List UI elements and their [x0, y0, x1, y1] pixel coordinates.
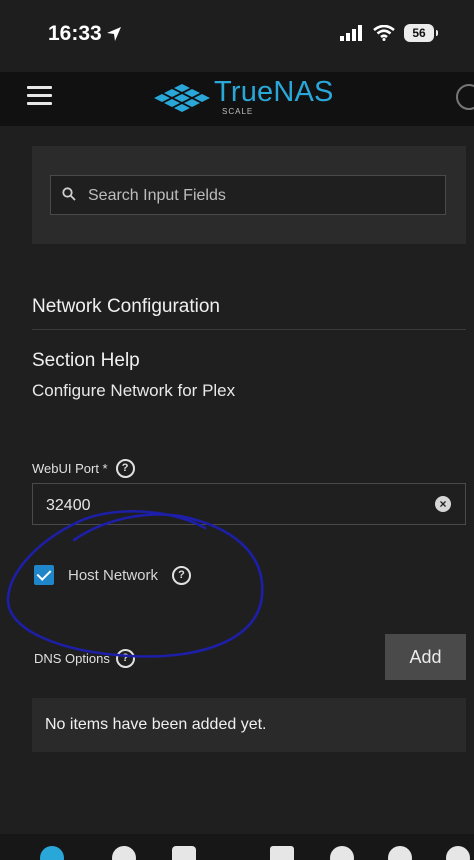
section-title: Network Configuration: [32, 296, 220, 317]
nav-apps-icon[interactable]: [172, 846, 196, 860]
brand-subtitle: SCALE: [222, 107, 254, 116]
search-input[interactable]: [86, 184, 430, 208]
empty-list-text: No items have been added yet.: [45, 716, 267, 733]
help-icon[interactable]: ?: [115, 459, 135, 478]
status-bar: 16:33 56: [0, 0, 474, 72]
annotation-circle: [6, 510, 264, 658]
wifi-icon: [373, 25, 395, 41]
section-help-text: Configure Network for Plex: [32, 381, 236, 400]
status-icons: 56: [340, 24, 438, 42]
dns-options-list: No items have been added yet.: [32, 698, 466, 752]
clear-icon[interactable]: ×: [435, 496, 451, 512]
nav-alerts-icon[interactable]: [330, 846, 354, 860]
bottom-nav: [0, 834, 474, 860]
nav-home-icon[interactable]: [40, 846, 64, 860]
section-help-title: Section Help: [32, 350, 140, 371]
form-content: Network Configuration Section Help Confi…: [0, 126, 474, 834]
header-search-icon[interactable]: [456, 84, 474, 110]
webui-port-label: WebUI Port *: [32, 461, 108, 476]
app-header: TrueNAS SCALE: [0, 72, 474, 126]
webui-port-field-label: WebUI Port * ?: [32, 459, 135, 478]
search-panel: [32, 146, 466, 244]
nav-chat-icon[interactable]: [112, 846, 136, 860]
search-icon: [62, 187, 76, 201]
add-dns-option-button[interactable]: Add: [385, 634, 466, 680]
nav-power-icon[interactable]: [446, 846, 470, 860]
signal-icon: [340, 25, 362, 41]
nav-account-icon[interactable]: [388, 846, 412, 860]
location-arrow-icon: [107, 27, 121, 41]
nav-tasks-icon[interactable]: [270, 846, 294, 860]
section-divider: [32, 329, 466, 330]
brand-name: TrueNAS: [214, 76, 334, 108]
status-time: 16:33: [48, 22, 102, 45]
battery-indicator: 56: [404, 24, 438, 42]
search-box[interactable]: [50, 175, 446, 215]
hamburger-menu-icon[interactable]: [27, 86, 52, 108]
truenas-logo-icon: [154, 84, 210, 112]
